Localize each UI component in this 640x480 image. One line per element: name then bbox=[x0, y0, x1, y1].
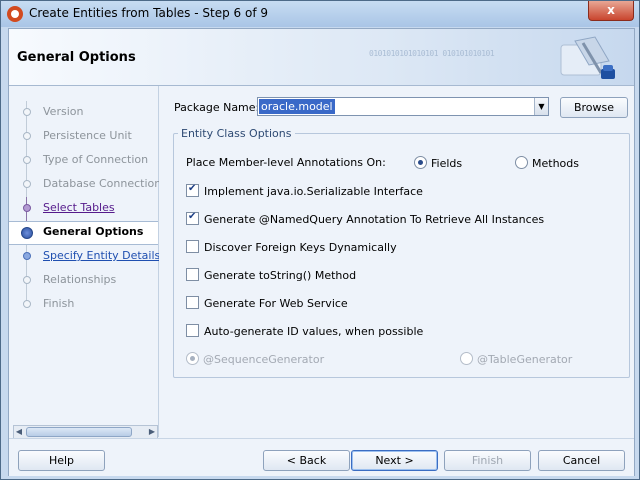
step-marker-icon bbox=[23, 276, 31, 284]
foreign-keys-checkbox[interactable]: Discover Foreign Keys Dynamically bbox=[186, 240, 397, 254]
annotations-label: Place Member-level Annotations On: bbox=[186, 156, 386, 169]
radio-icon[interactable] bbox=[414, 156, 427, 169]
step-type-of-connection: Type of Connection bbox=[9, 149, 158, 173]
scroll-left-icon[interactable]: ◀ bbox=[14, 426, 24, 438]
step-version: Version bbox=[9, 101, 158, 125]
scroll-right-icon[interactable]: ▶ bbox=[147, 426, 157, 438]
step-database-connection: Database Connection De bbox=[9, 173, 180, 197]
general-options-panel: Package Name: oracle.model ▼ Browse Enti… bbox=[159, 86, 634, 437]
title-bar: Create Entities from Tables - Step 6 of … bbox=[1, 1, 639, 27]
cancel-button[interactable]: Cancel bbox=[538, 450, 625, 471]
radio-icon bbox=[186, 352, 199, 365]
back-button[interactable]: < Back bbox=[263, 450, 350, 471]
checkbox-label: Generate toString() Method bbox=[204, 269, 357, 282]
methods-radio[interactable]: Methods bbox=[515, 156, 579, 170]
window-title: Create Entities from Tables - Step 6 of … bbox=[29, 6, 268, 20]
checkbox-icon[interactable] bbox=[186, 240, 199, 253]
help-button[interactable]: Help bbox=[18, 450, 105, 471]
step-marker-icon bbox=[23, 180, 31, 188]
current-step-icon bbox=[21, 227, 33, 239]
checkbox-icon[interactable] bbox=[186, 211, 199, 225]
radio-icon bbox=[460, 352, 473, 365]
step-marker-icon bbox=[23, 132, 31, 140]
step-select-tables[interactable]: Select Tables bbox=[9, 197, 158, 221]
checkbox-icon[interactable] bbox=[186, 183, 199, 197]
package-name-combo[interactable]: oracle.model ▼ bbox=[257, 97, 549, 116]
table-generator-radio: @TableGenerator bbox=[460, 352, 572, 366]
dialog-client: General Options 0101010101010101 0101010… bbox=[8, 28, 635, 476]
next-button[interactable]: Next > bbox=[351, 450, 438, 471]
serializable-checkbox[interactable]: Implement java.io.Serializable Interface bbox=[186, 183, 423, 198]
step-label: Relationships bbox=[43, 273, 117, 286]
step-finish: Finish bbox=[9, 293, 158, 317]
steps-horizontal-scrollbar[interactable]: ◀ ▶ bbox=[13, 425, 158, 439]
header-binary-text: 0101010101010101 010101010101 bbox=[369, 49, 495, 58]
browse-button[interactable]: Browse bbox=[560, 97, 628, 118]
wizard-graphic-icon bbox=[560, 36, 615, 79]
step-label: Finish bbox=[43, 297, 75, 310]
step-marker-icon bbox=[23, 204, 31, 212]
namedquery-checkbox[interactable]: Generate @NamedQuery Annotation To Retri… bbox=[186, 211, 545, 226]
wizard-footer: Help < Back Next > Finish Cancel bbox=[9, 438, 634, 476]
dropdown-arrow-icon[interactable]: ▼ bbox=[534, 98, 548, 115]
wizard-steps-panel: Version Persistence Unit Type of Connect… bbox=[9, 86, 180, 439]
checkbox-icon[interactable] bbox=[186, 296, 199, 309]
steps-list: Version Persistence Unit Type of Connect… bbox=[9, 101, 180, 317]
table-generator-label: @TableGenerator bbox=[477, 353, 573, 366]
sequence-generator-radio: @SequenceGenerator bbox=[186, 352, 324, 366]
checkbox-label: Auto-generate ID values, when possible bbox=[204, 325, 424, 338]
step-specify-entity-details[interactable]: Specify Entity Details bbox=[9, 245, 160, 269]
step-label[interactable]: Select Tables bbox=[43, 201, 115, 214]
methods-radio-label: Methods bbox=[532, 157, 579, 170]
app-icon bbox=[7, 6, 23, 22]
close-button[interactable]: x bbox=[588, 1, 634, 21]
page-title: General Options bbox=[17, 50, 136, 65]
checkbox-icon[interactable] bbox=[186, 324, 199, 337]
step-marker-icon bbox=[23, 300, 31, 308]
step-marker-icon bbox=[23, 252, 31, 260]
step-persistence-unit: Persistence Unit bbox=[9, 125, 158, 149]
checkbox-label: Discover Foreign Keys Dynamically bbox=[204, 241, 397, 254]
radio-icon[interactable] bbox=[515, 156, 528, 169]
step-marker-icon bbox=[23, 156, 31, 164]
step-general-options[interactable]: General Options bbox=[9, 221, 158, 245]
checkbox-icon[interactable] bbox=[186, 268, 199, 281]
step-label: Version bbox=[43, 105, 84, 118]
web-service-checkbox[interactable]: Generate For Web Service bbox=[186, 296, 348, 310]
checkbox-label: Implement java.io.Serializable Interface bbox=[204, 185, 423, 198]
package-name-label: Package Name: bbox=[174, 101, 260, 114]
wizard-window: Create Entities from Tables - Step 6 of … bbox=[0, 0, 640, 480]
package-name-value[interactable]: oracle.model bbox=[259, 99, 335, 114]
tostring-checkbox[interactable]: Generate toString() Method bbox=[186, 268, 356, 282]
entity-class-options-legend: Entity Class Options bbox=[178, 127, 295, 140]
step-label: Persistence Unit bbox=[43, 129, 132, 142]
step-label: General Options bbox=[43, 225, 144, 238]
step-relationships: Relationships bbox=[9, 269, 158, 293]
step-label[interactable]: Specify Entity Details bbox=[43, 249, 160, 262]
sequence-generator-label: @SequenceGenerator bbox=[203, 353, 325, 366]
step-marker-icon bbox=[23, 108, 31, 116]
finish-button[interactable]: Finish bbox=[444, 450, 531, 471]
step-label: Type of Connection bbox=[43, 153, 149, 166]
auto-generate-id-checkbox[interactable]: Auto-generate ID values, when possible bbox=[186, 324, 423, 338]
checkbox-label: Generate For Web Service bbox=[204, 297, 348, 310]
wizard-header: General Options 0101010101010101 0101010… bbox=[9, 29, 634, 86]
fields-radio-label: Fields bbox=[431, 157, 463, 170]
fields-radio[interactable]: Fields bbox=[414, 156, 462, 170]
checkbox-label: Generate @NamedQuery Annotation To Retri… bbox=[204, 213, 545, 226]
scrollbar-thumb[interactable] bbox=[26, 427, 132, 437]
